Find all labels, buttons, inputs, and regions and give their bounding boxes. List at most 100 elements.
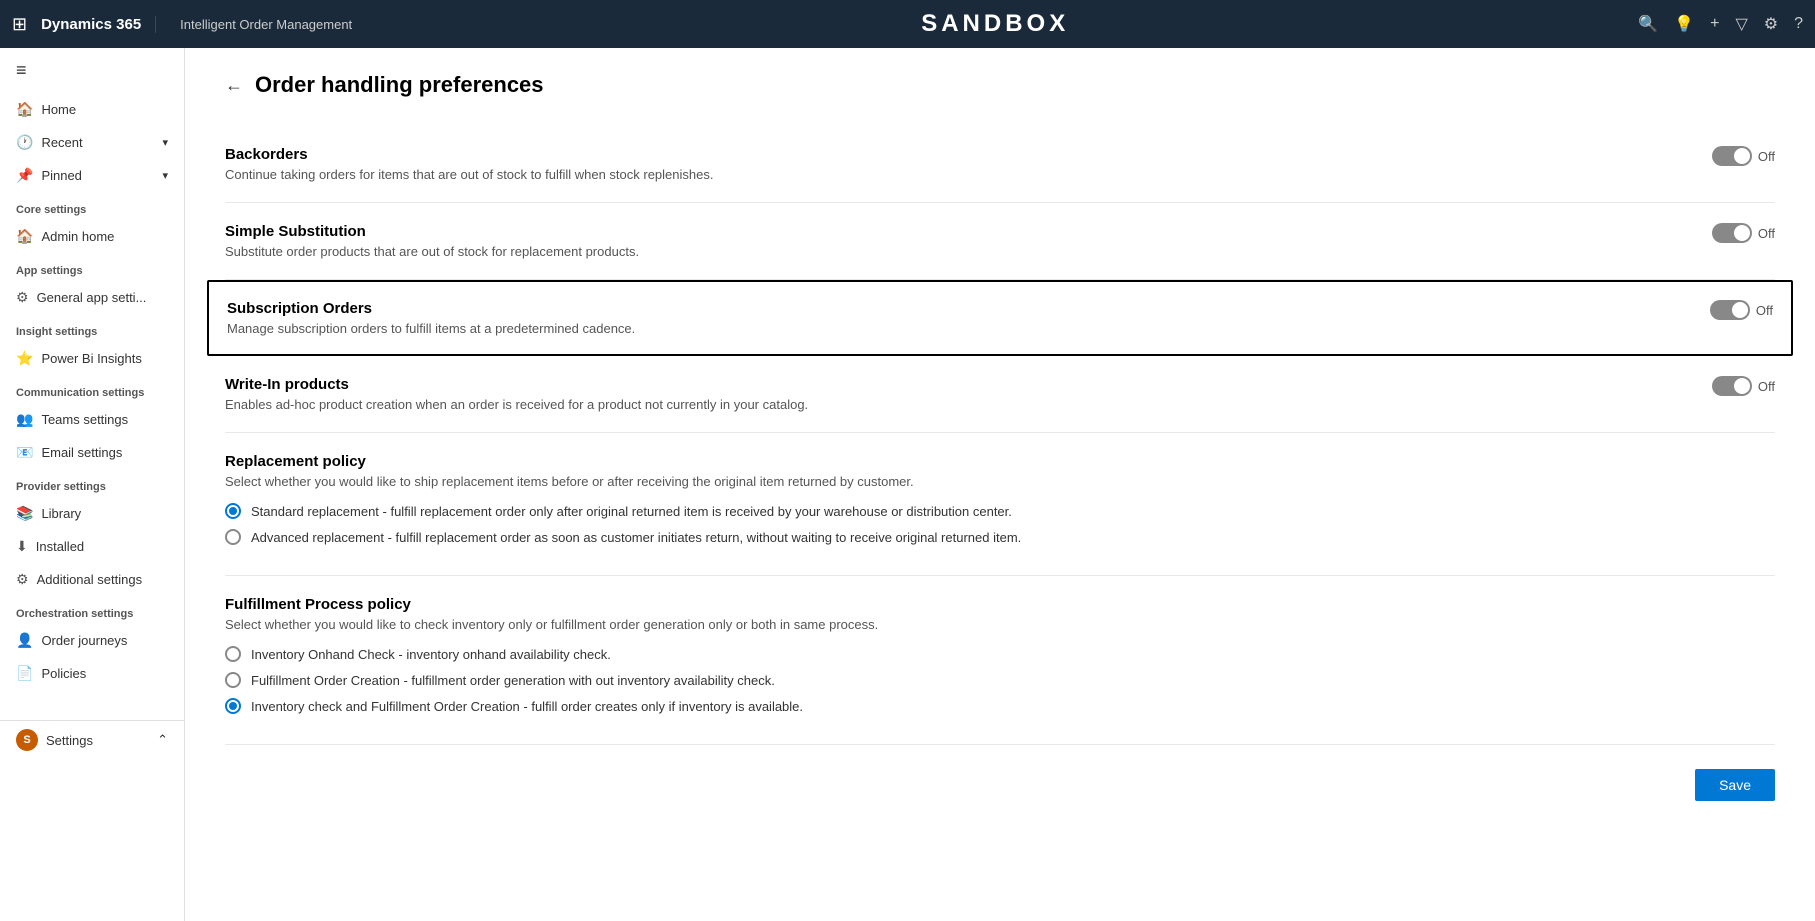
subscription-orders-toggle[interactable]: Off bbox=[1710, 300, 1773, 320]
sidebar-item-order-journeys[interactable]: 👤 Order journeys bbox=[0, 624, 184, 657]
sidebar-item-recent[interactable]: 🕐 Recent ▾ bbox=[0, 126, 184, 159]
setting-desc: Continue taking orders for items that ar… bbox=[225, 167, 1692, 182]
sidebar-item-policies[interactable]: 📄 Policies bbox=[0, 657, 184, 690]
radio-dot bbox=[229, 702, 237, 710]
save-button[interactable]: Save bbox=[1695, 769, 1775, 801]
replacement-policy-desc: Select whether you would like to ship re… bbox=[225, 474, 1775, 489]
app-name-secondary: Intelligent Order Management bbox=[166, 17, 352, 32]
sidebar-item-teams[interactable]: 👥 Teams settings bbox=[0, 403, 184, 436]
help-icon[interactable]: ? bbox=[1794, 15, 1803, 33]
replacement-policy-title: Replacement policy bbox=[225, 453, 1775, 470]
sidebar-item-power-bi[interactable]: ⭐ Power Bi Insights bbox=[0, 342, 184, 375]
order-journeys-icon: 👤 bbox=[16, 632, 33, 649]
toggle-track[interactable] bbox=[1710, 300, 1750, 320]
sidebar-item-label: Power Bi Insights bbox=[41, 351, 141, 366]
sidebar-item-home[interactable]: 🏠 Home bbox=[0, 93, 184, 126]
toggle-track[interactable] bbox=[1712, 223, 1752, 243]
radio-label: Inventory check and Fulfillment Order Cr… bbox=[251, 699, 803, 714]
setting-desc: Enables ad-hoc product creation when an … bbox=[225, 397, 1692, 412]
gear-icon[interactable]: ⚙ bbox=[1764, 14, 1778, 34]
sidebar-item-pinned[interactable]: 📌 Pinned ▾ bbox=[0, 159, 184, 192]
fulfillment-policy-title: Fulfillment Process policy bbox=[225, 596, 1775, 613]
sidebar-item-label: Installed bbox=[36, 539, 84, 554]
sidebar-item-admin-home[interactable]: 🏠 Admin home bbox=[0, 220, 184, 253]
toggle-track[interactable] bbox=[1712, 376, 1752, 396]
section-header-core: Core settings bbox=[0, 192, 184, 220]
radio-label: Fulfillment Order Creation - fulfillment… bbox=[251, 673, 775, 688]
topbar-logo: Dynamics 365 bbox=[41, 16, 156, 33]
simple-substitution-toggle[interactable]: Off bbox=[1712, 223, 1775, 243]
sidebar-bottom-settings[interactable]: S Settings ⌃ bbox=[0, 720, 184, 759]
page-title: Order handling preferences bbox=[255, 72, 544, 98]
sidebar-item-label: Policies bbox=[41, 666, 86, 681]
fulfillment-option-onhand[interactable]: Inventory Onhand Check - inventory onhan… bbox=[225, 646, 1775, 662]
add-icon[interactable]: + bbox=[1710, 15, 1719, 33]
section-header-app: App settings bbox=[0, 253, 184, 281]
powerbi-icon: ⭐ bbox=[16, 350, 33, 367]
toggle-label: Off bbox=[1756, 303, 1773, 318]
admin-icon: 🏠 bbox=[16, 228, 33, 245]
toggle-thumb bbox=[1734, 148, 1750, 164]
replacement-option-advanced[interactable]: Advanced replacement - fulfill replaceme… bbox=[225, 529, 1775, 545]
replacement-option-standard[interactable]: Standard replacement - fulfill replaceme… bbox=[225, 503, 1775, 519]
sidebar-item-general-app[interactable]: ⚙ General app setti... bbox=[0, 281, 184, 314]
filter-icon[interactable]: ▽ bbox=[1735, 14, 1747, 34]
topbar: ⊞ Dynamics 365 Intelligent Order Managem… bbox=[0, 0, 1815, 48]
back-button[interactable]: ← bbox=[225, 75, 243, 96]
hamburger-icon[interactable]: ≡ bbox=[0, 48, 184, 93]
search-icon[interactable]: 🔍 bbox=[1638, 14, 1658, 34]
replacement-policy-section: Replacement policy Select whether you wo… bbox=[225, 433, 1775, 576]
email-icon: 📧 bbox=[16, 444, 33, 461]
chevron-down-icon: ▾ bbox=[162, 169, 168, 182]
backorders-toggle[interactable]: Off bbox=[1712, 146, 1775, 166]
setting-simple-substitution: Simple Substitution Substitute order pro… bbox=[225, 203, 1775, 280]
radio-label: Standard replacement - fulfill replaceme… bbox=[251, 504, 1012, 519]
save-bar: Save bbox=[225, 745, 1775, 801]
policies-icon: 📄 bbox=[16, 665, 33, 682]
fulfillment-policy-section: Fulfillment Process policy Select whethe… bbox=[225, 576, 1775, 745]
toggle-label: Off bbox=[1758, 149, 1775, 164]
setting-info: Subscription Orders Manage subscription … bbox=[227, 300, 1690, 336]
pin-icon: 📌 bbox=[16, 167, 33, 184]
toggle-thumb bbox=[1734, 378, 1750, 394]
sidebar-item-label: Recent bbox=[41, 135, 82, 150]
sidebar-item-additional[interactable]: ⚙ Additional settings bbox=[0, 563, 184, 596]
installed-icon: ⬇ bbox=[16, 538, 28, 555]
waffle-icon[interactable]: ⊞ bbox=[12, 14, 27, 35]
toggle-thumb bbox=[1732, 302, 1748, 318]
setting-title: Backorders bbox=[225, 146, 1692, 163]
sidebar-item-label: Order journeys bbox=[41, 633, 127, 648]
sidebar-item-label: Admin home bbox=[41, 229, 114, 244]
setting-title: Simple Substitution bbox=[225, 223, 1692, 240]
section-header-orchestration: Orchestration settings bbox=[0, 596, 184, 624]
teams-icon: 👥 bbox=[16, 411, 33, 428]
sidebar-item-installed[interactable]: ⬇ Installed bbox=[0, 530, 184, 563]
fulfillment-option-creation[interactable]: Fulfillment Order Creation - fulfillment… bbox=[225, 672, 1775, 688]
page-header: ← Order handling preferences bbox=[225, 72, 1775, 98]
setting-title: Write-In products bbox=[225, 376, 1692, 393]
setting-info: Write-In products Enables ad-hoc product… bbox=[225, 376, 1692, 412]
fulfillment-option-both[interactable]: Inventory check and Fulfillment Order Cr… bbox=[225, 698, 1775, 714]
sidebar-item-label: Email settings bbox=[41, 445, 122, 460]
sidebar-item-library[interactable]: 📚 Library bbox=[0, 497, 184, 530]
setting-title: Subscription Orders bbox=[227, 300, 1690, 317]
setting-desc: Substitute order products that are out o… bbox=[225, 244, 1692, 259]
radio-label: Advanced replacement - fulfill replaceme… bbox=[251, 530, 1021, 545]
radio-circle-both bbox=[225, 698, 241, 714]
radio-circle-onhand bbox=[225, 646, 241, 662]
toggle-track[interactable] bbox=[1712, 146, 1752, 166]
main-layout: ≡ 🏠 Home 🕐 Recent ▾ 📌 Pinned ▾ Core sett… bbox=[0, 48, 1815, 921]
app-settings-icon: ⚙ bbox=[16, 289, 29, 306]
write-in-products-toggle[interactable]: Off bbox=[1712, 376, 1775, 396]
content-area: ← Order handling preferences Backorders … bbox=[185, 48, 1815, 921]
lightbulb-icon[interactable]: 💡 bbox=[1674, 14, 1694, 34]
toggle-label: Off bbox=[1758, 226, 1775, 241]
sidebar-item-label: Home bbox=[41, 102, 76, 117]
radio-circle-creation bbox=[225, 672, 241, 688]
section-header-provider: Provider settings bbox=[0, 469, 184, 497]
sidebar: ≡ 🏠 Home 🕐 Recent ▾ 📌 Pinned ▾ Core sett… bbox=[0, 48, 185, 921]
sidebar-item-email[interactable]: 📧 Email settings bbox=[0, 436, 184, 469]
topbar-icons: 🔍 💡 + ▽ ⚙ ? bbox=[1638, 14, 1803, 34]
home-icon: 🏠 bbox=[16, 101, 33, 118]
avatar: S bbox=[16, 729, 38, 751]
